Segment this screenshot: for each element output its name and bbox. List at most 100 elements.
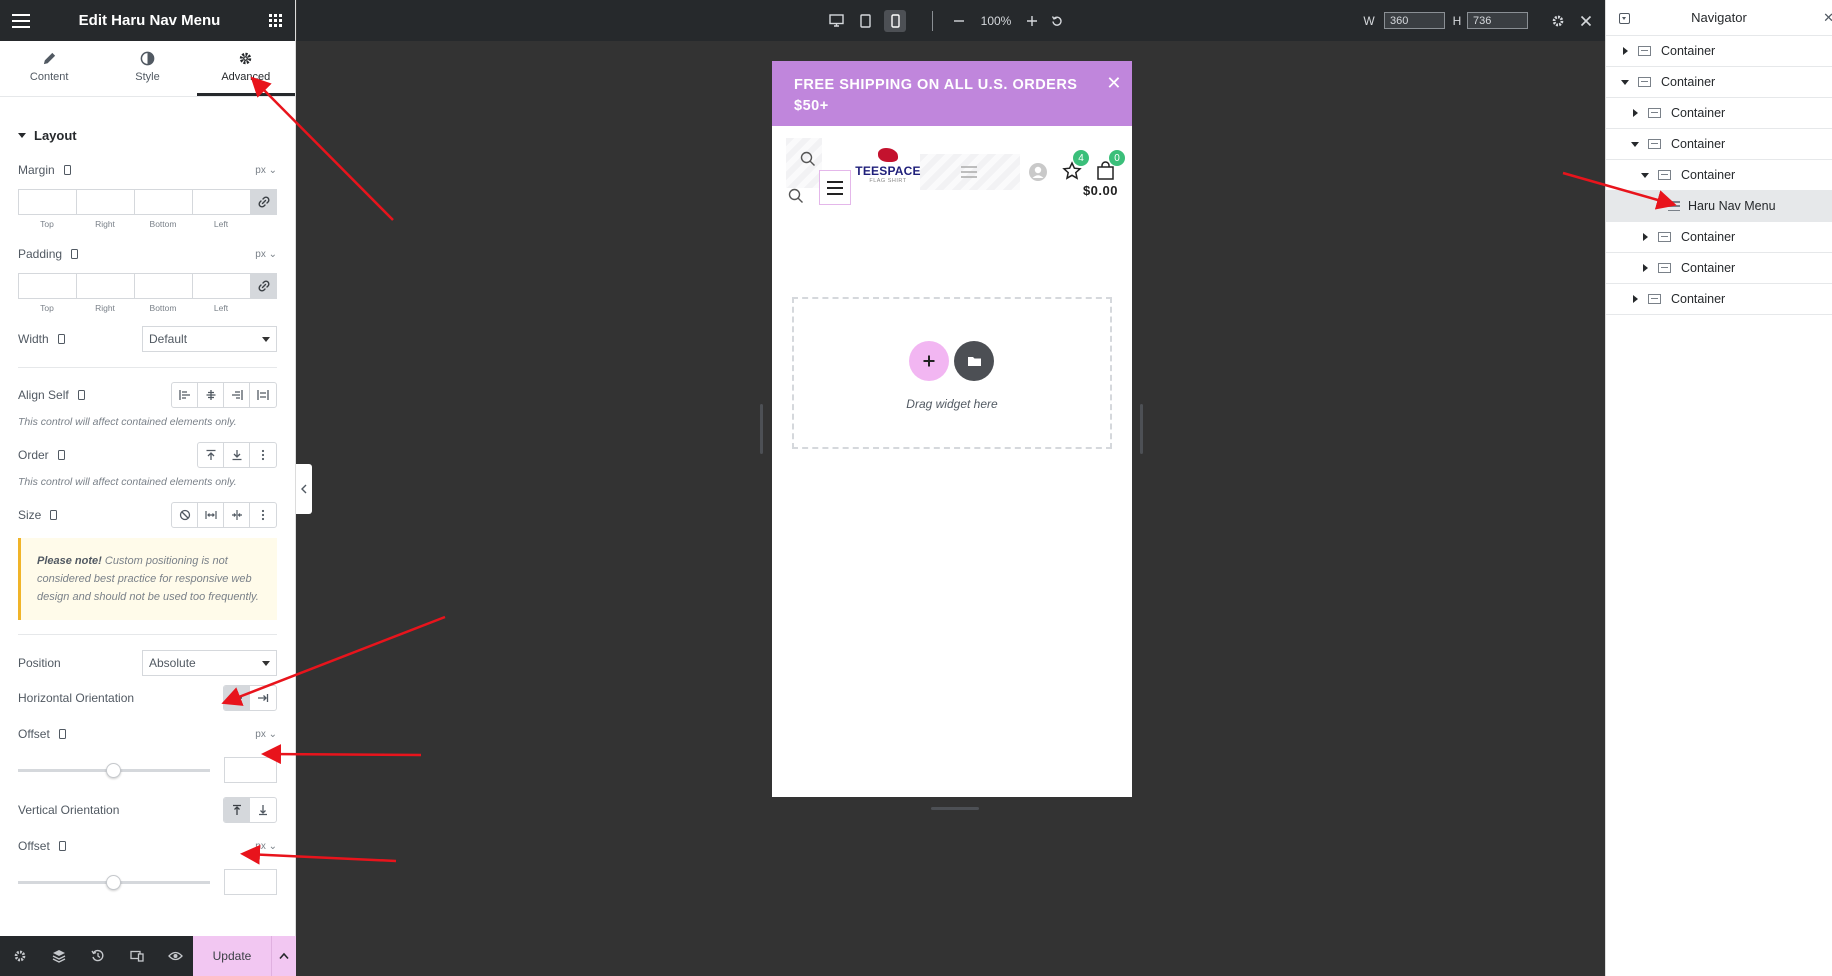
tablet-view-button[interactable] xyxy=(854,0,876,41)
offset-number-input[interactable] xyxy=(224,869,277,895)
padding-left-input[interactable] xyxy=(192,273,250,299)
link-values-button[interactable] xyxy=(250,273,277,299)
slider-thumb[interactable] xyxy=(106,874,121,890)
mobile-device-icon[interactable] xyxy=(58,729,66,739)
padding-unit-select[interactable]: px xyxy=(255,249,277,260)
width-select[interactable]: Default xyxy=(142,326,277,352)
mobile-device-icon[interactable] xyxy=(77,390,85,400)
mobile-device-icon[interactable] xyxy=(57,334,65,344)
mobile-device-icon[interactable] xyxy=(57,450,65,460)
search-icon[interactable] xyxy=(800,151,816,167)
mobile-menu-toggle[interactable] xyxy=(819,170,851,205)
section-layout-toggle[interactable]: Layout xyxy=(0,98,295,157)
nav-item-container[interactable]: Container xyxy=(1606,160,1832,191)
offset-slider[interactable] xyxy=(18,874,210,890)
order-custom-button[interactable] xyxy=(250,443,276,467)
resize-handle-left[interactable] xyxy=(760,404,763,454)
widget-drop-zone[interactable]: Drag widget here xyxy=(792,297,1112,449)
mobile-view-button[interactable] xyxy=(884,0,906,41)
margin-top-input[interactable] xyxy=(18,189,76,215)
padding-right-input[interactable] xyxy=(76,273,134,299)
nav-item-container[interactable]: Container xyxy=(1606,222,1832,253)
link-values-button[interactable] xyxy=(250,189,277,215)
mobile-device-icon[interactable] xyxy=(71,249,79,259)
collapse-panel-button[interactable] xyxy=(296,464,312,514)
offset-unit-select[interactable]: px xyxy=(255,729,277,740)
add-template-button[interactable] xyxy=(954,341,994,381)
collapse-all-icon[interactable] xyxy=(1619,13,1630,24)
preview-button[interactable] xyxy=(156,936,195,976)
size-grow-button[interactable] xyxy=(198,503,224,527)
navigator-button[interactable] xyxy=(39,936,78,976)
reset-zoom-button[interactable] xyxy=(1049,0,1065,41)
nav-item-container[interactable]: Container xyxy=(1606,98,1832,129)
orient-top-button[interactable] xyxy=(224,798,250,822)
expand-toggle[interactable] xyxy=(1640,264,1650,272)
resize-handle-bottom[interactable] xyxy=(931,807,979,810)
slider-thumb[interactable] xyxy=(106,762,121,778)
nav-item-container[interactable]: Container xyxy=(1606,284,1832,315)
tab-style[interactable]: Style xyxy=(98,41,196,96)
tab-content[interactable]: Content xyxy=(0,41,98,96)
order-last-button[interactable] xyxy=(224,443,250,467)
expand-toggle[interactable] xyxy=(1620,47,1630,55)
site-logo[interactable]: TEESPACE FLAG SHIRT xyxy=(854,148,922,184)
user-icon[interactable] xyxy=(1028,162,1048,182)
menu-icon[interactable] xyxy=(12,13,30,28)
zoom-out-button[interactable] xyxy=(951,0,967,41)
nav-item-container[interactable]: Container xyxy=(1606,129,1832,160)
tab-advanced[interactable]: Advanced xyxy=(196,41,295,96)
history-button[interactable] xyxy=(78,936,117,976)
expand-toggle[interactable] xyxy=(1620,79,1630,85)
order-first-button[interactable] xyxy=(198,443,224,467)
align-center-button[interactable] xyxy=(198,383,224,407)
nav-item-haru-nav-menu[interactable]: Haru Nav Menu xyxy=(1606,191,1832,222)
offset-number-input[interactable] xyxy=(224,757,277,783)
update-button[interactable]: Update xyxy=(193,936,271,976)
responsive-mode-button[interactable] xyxy=(117,936,156,976)
panel-controls[interactable]: Layout Margin px Top Right Bottom Le xyxy=(0,98,295,936)
margin-left-input[interactable] xyxy=(192,189,250,215)
close-icon[interactable]: ✕ xyxy=(1823,10,1832,26)
padding-bottom-input[interactable] xyxy=(134,273,192,299)
zoom-in-button[interactable] xyxy=(1024,0,1040,41)
widgets-grid-icon[interactable] xyxy=(269,13,283,28)
align-start-button[interactable] xyxy=(172,383,198,407)
add-section-button[interactable] xyxy=(909,341,949,381)
size-shrink-button[interactable] xyxy=(224,503,250,527)
padding-top-input[interactable] xyxy=(18,273,76,299)
nav-item-container[interactable]: Container xyxy=(1606,36,1832,67)
promo-close-icon[interactable]: ✕ xyxy=(1106,73,1122,94)
size-none-button[interactable] xyxy=(172,503,198,527)
resize-handle-right[interactable] xyxy=(1140,404,1143,454)
margin-bottom-input[interactable] xyxy=(134,189,192,215)
mobile-device-icon[interactable] xyxy=(58,841,66,851)
offset-slider[interactable] xyxy=(18,762,210,778)
mobile-device-icon[interactable] xyxy=(50,510,58,520)
margin-right-input[interactable] xyxy=(76,189,134,215)
mobile-device-icon[interactable] xyxy=(63,165,71,175)
offset-unit-select[interactable]: px xyxy=(255,841,277,852)
close-responsive-button[interactable] xyxy=(1577,0,1595,41)
canvas-height-input[interactable]: 736 xyxy=(1467,12,1528,29)
search-icon[interactable] xyxy=(788,188,804,204)
update-options-button[interactable] xyxy=(271,936,296,976)
expand-toggle[interactable] xyxy=(1640,172,1650,178)
menu-icon[interactable] xyxy=(960,165,978,179)
orient-bottom-button[interactable] xyxy=(250,798,276,822)
margin-unit-select[interactable]: px xyxy=(255,165,277,176)
expand-toggle[interactable] xyxy=(1640,233,1650,241)
expand-toggle[interactable] xyxy=(1630,141,1640,147)
expand-toggle[interactable] xyxy=(1630,295,1640,303)
nav-item-container[interactable]: Container xyxy=(1606,67,1832,98)
nav-item-container[interactable]: Container xyxy=(1606,253,1832,284)
size-custom-button[interactable] xyxy=(250,503,276,527)
expand-toggle[interactable] xyxy=(1630,109,1640,117)
canvas-width-input[interactable]: 360 xyxy=(1384,12,1445,29)
orient-left-button[interactable] xyxy=(224,686,250,710)
desktop-view-button[interactable] xyxy=(825,0,847,41)
orient-right-button[interactable] xyxy=(250,686,276,710)
position-select[interactable]: Absolute xyxy=(142,650,277,676)
align-end-button[interactable] xyxy=(224,383,250,407)
align-stretch-button[interactable] xyxy=(250,383,276,407)
